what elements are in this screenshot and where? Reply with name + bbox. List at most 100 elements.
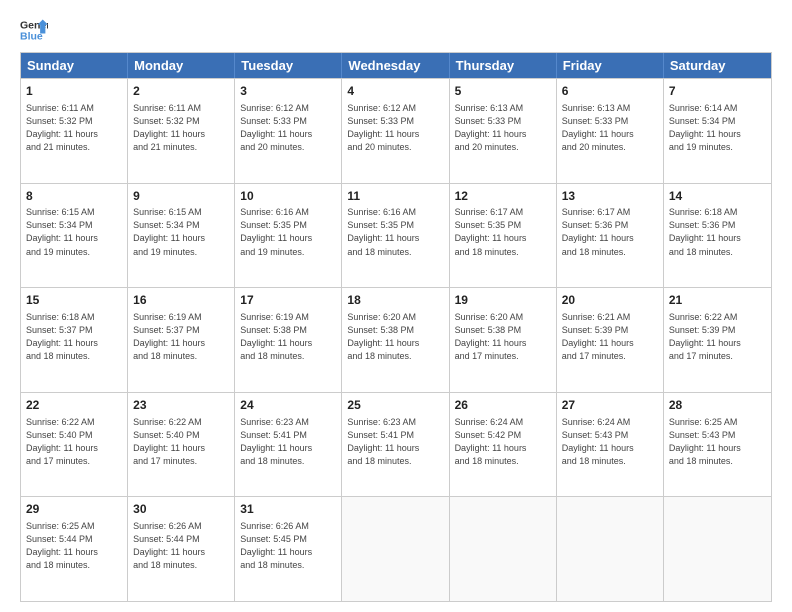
day-number: 8 (26, 188, 122, 205)
calendar-day-30: 30Sunrise: 6:26 AMSunset: 5:44 PMDayligh… (128, 497, 235, 601)
calendar-cell-empty (450, 497, 557, 601)
cell-sun-info: Sunrise: 6:12 AMSunset: 5:33 PMDaylight:… (347, 102, 443, 154)
calendar-week-4: 22 Sunrise: 6:22 AMSunset: 5:40 PMDayligh… (21, 392, 771, 497)
day-number: 6 (562, 83, 658, 100)
page: General Blue SundayMondayTuesdayWednesda… (0, 0, 792, 612)
cell-sun-info: Sunrise: 6:18 AMSunset: 5:37 PMDaylight:… (26, 311, 122, 363)
calendar-day-19: 19 Sunrise: 6:20 AMSunset: 5:38 PMDayligh… (450, 288, 557, 392)
calendar-day-23: 23 Sunrise: 6:22 AMSunset: 5:40 PMDayligh… (128, 393, 235, 497)
cell-sun-info: Sunrise: 6:25 AMSunset: 5:43 PMDaylight:… (669, 416, 766, 468)
day-number: 15 (26, 292, 122, 309)
cell-sun-info: Sunrise: 6:17 AMSunset: 5:36 PMDaylight:… (562, 206, 658, 258)
day-number: 14 (669, 188, 766, 205)
day-number: 24 (240, 397, 336, 414)
day-number: 22 (26, 397, 122, 414)
day-number: 17 (240, 292, 336, 309)
cell-sun-info: Sunrise: 6:24 AMSunset: 5:42 PMDaylight:… (455, 416, 551, 468)
cell-sun-info: Sunrise: 6:19 AMSunset: 5:38 PMDaylight:… (240, 311, 336, 363)
logo-icon: General Blue (20, 16, 48, 44)
calendar-day-31: 31 Sunrise: 6:26 AMSunset: 5:45 PMDayligh… (235, 497, 342, 601)
header-day-thursday: Thursday (450, 53, 557, 78)
day-number: 18 (347, 292, 443, 309)
day-number: 20 (562, 292, 658, 309)
calendar-day-5: 5Sunrise: 6:13 AMSunset: 5:33 PMDaylight… (450, 79, 557, 183)
header-day-wednesday: Wednesday (342, 53, 449, 78)
calendar-day-25: 25 Sunrise: 6:23 AMSunset: 5:41 PMDayligh… (342, 393, 449, 497)
day-number: 27 (562, 397, 658, 414)
calendar-day-11: 11Sunrise: 6:16 AMSunset: 5:35 PMDayligh… (342, 184, 449, 288)
cell-sun-info: Sunrise: 6:19 AMSunset: 5:37 PMDaylight:… (133, 311, 229, 363)
cell-sun-info: Sunrise: 6:25 AMSunset: 5:44 PMDaylight:… (26, 520, 122, 572)
cell-sun-info: Sunrise: 6:22 AMSunset: 5:40 PMDaylight:… (26, 416, 122, 468)
day-number: 3 (240, 83, 336, 100)
calendar-day-3: 3 Sunrise: 6:12 AMSunset: 5:33 PMDaylight… (235, 79, 342, 183)
cell-sun-info: Sunrise: 6:22 AMSunset: 5:40 PMDaylight:… (133, 416, 229, 468)
calendar-day-1: 1Sunrise: 6:11 AMSunset: 5:32 PMDaylight… (21, 79, 128, 183)
cell-sun-info: Sunrise: 6:20 AMSunset: 5:38 PMDaylight:… (347, 311, 443, 363)
cell-sun-info: Sunrise: 6:14 AMSunset: 5:34 PMDaylight:… (669, 102, 766, 154)
header: General Blue (20, 16, 772, 44)
calendar-day-22: 22 Sunrise: 6:22 AMSunset: 5:40 PMDayligh… (21, 393, 128, 497)
header-day-friday: Friday (557, 53, 664, 78)
calendar-day-20: 20 Sunrise: 6:21 AMSunset: 5:39 PMDayligh… (557, 288, 664, 392)
day-number: 13 (562, 188, 658, 205)
cell-sun-info: Sunrise: 6:18 AMSunset: 5:36 PMDaylight:… (669, 206, 766, 258)
calendar-day-26: 26 Sunrise: 6:24 AMSunset: 5:42 PMDayligh… (450, 393, 557, 497)
day-number: 12 (455, 188, 551, 205)
day-number: 19 (455, 292, 551, 309)
cell-sun-info: Sunrise: 6:26 AMSunset: 5:45 PMDaylight:… (240, 520, 336, 572)
calendar-body: 1Sunrise: 6:11 AMSunset: 5:32 PMDaylight… (21, 78, 771, 601)
day-number: 31 (240, 501, 336, 518)
cell-sun-info: Sunrise: 6:16 AMSunset: 5:35 PMDaylight:… (347, 206, 443, 258)
calendar-day-16: 16 Sunrise: 6:19 AMSunset: 5:37 PMDayligh… (128, 288, 235, 392)
cell-sun-info: Sunrise: 6:20 AMSunset: 5:38 PMDaylight:… (455, 311, 551, 363)
cell-sun-info: Sunrise: 6:11 AMSunset: 5:32 PMDaylight:… (26, 102, 122, 154)
header-day-saturday: Saturday (664, 53, 771, 78)
day-number: 16 (133, 292, 229, 309)
calendar-day-29: 29 Sunrise: 6:25 AMSunset: 5:44 PMDayligh… (21, 497, 128, 601)
day-number: 28 (669, 397, 766, 414)
header-day-tuesday: Tuesday (235, 53, 342, 78)
day-number: 9 (133, 188, 229, 205)
calendar-day-6: 6Sunrise: 6:13 AMSunset: 5:33 PMDaylight… (557, 79, 664, 183)
cell-sun-info: Sunrise: 6:11 AMSunset: 5:32 PMDaylight:… (133, 102, 229, 154)
cell-sun-info: Sunrise: 6:23 AMSunset: 5:41 PMDaylight:… (240, 416, 336, 468)
calendar-day-8: 8Sunrise: 6:15 AMSunset: 5:34 PMDaylight… (21, 184, 128, 288)
calendar-day-9: 9Sunrise: 6:15 AMSunset: 5:34 PMDaylight… (128, 184, 235, 288)
calendar-week-2: 8 Sunrise: 6:15 AMSunset: 5:34 PMDaylight… (21, 183, 771, 288)
calendar-day-12: 12Sunrise: 6:17 AMSunset: 5:35 PMDayligh… (450, 184, 557, 288)
day-number: 23 (133, 397, 229, 414)
calendar-week-3: 15 Sunrise: 6:18 AMSunset: 5:37 PMDayligh… (21, 287, 771, 392)
cell-sun-info: Sunrise: 6:17 AMSunset: 5:35 PMDaylight:… (455, 206, 551, 258)
cell-sun-info: Sunrise: 6:21 AMSunset: 5:39 PMDaylight:… (562, 311, 658, 363)
day-number: 29 (26, 501, 122, 518)
calendar: SundayMondayTuesdayWednesdayThursdayFrid… (20, 52, 772, 602)
cell-sun-info: Sunrise: 6:23 AMSunset: 5:41 PMDaylight:… (347, 416, 443, 468)
day-number: 11 (347, 188, 443, 205)
cell-sun-info: Sunrise: 6:12 AMSunset: 5:33 PMDaylight:… (240, 102, 336, 154)
calendar-day-7: 7 Sunrise: 6:14 AMSunset: 5:34 PMDaylight… (664, 79, 771, 183)
day-number: 21 (669, 292, 766, 309)
svg-text:Blue: Blue (20, 31, 43, 43)
calendar-week-5: 29 Sunrise: 6:25 AMSunset: 5:44 PMDayligh… (21, 496, 771, 601)
calendar-day-10: 10Sunrise: 6:16 AMSunset: 5:35 PMDayligh… (235, 184, 342, 288)
day-number: 30 (133, 501, 229, 518)
day-number: 25 (347, 397, 443, 414)
day-number: 4 (347, 83, 443, 100)
calendar-day-28: 28 Sunrise: 6:25 AMSunset: 5:43 PMDayligh… (664, 393, 771, 497)
cell-sun-info: Sunrise: 6:16 AMSunset: 5:35 PMDaylight:… (240, 206, 336, 258)
calendar-day-18: 18 Sunrise: 6:20 AMSunset: 5:38 PMDayligh… (342, 288, 449, 392)
day-number: 10 (240, 188, 336, 205)
cell-sun-info: Sunrise: 6:15 AMSunset: 5:34 PMDaylight:… (133, 206, 229, 258)
calendar-day-4: 4 Sunrise: 6:12 AMSunset: 5:33 PMDaylight… (342, 79, 449, 183)
cell-sun-info: Sunrise: 6:24 AMSunset: 5:43 PMDaylight:… (562, 416, 658, 468)
day-number: 26 (455, 397, 551, 414)
calendar-week-1: 1Sunrise: 6:11 AMSunset: 5:32 PMDaylight… (21, 78, 771, 183)
calendar-day-21: 21Sunrise: 6:22 AMSunset: 5:39 PMDayligh… (664, 288, 771, 392)
calendar-day-15: 15 Sunrise: 6:18 AMSunset: 5:37 PMDayligh… (21, 288, 128, 392)
calendar-cell-empty (342, 497, 449, 601)
logo: General Blue (20, 16, 48, 44)
day-number: 7 (669, 83, 766, 100)
calendar-day-2: 2Sunrise: 6:11 AMSunset: 5:32 PMDaylight… (128, 79, 235, 183)
calendar-day-13: 13Sunrise: 6:17 AMSunset: 5:36 PMDayligh… (557, 184, 664, 288)
